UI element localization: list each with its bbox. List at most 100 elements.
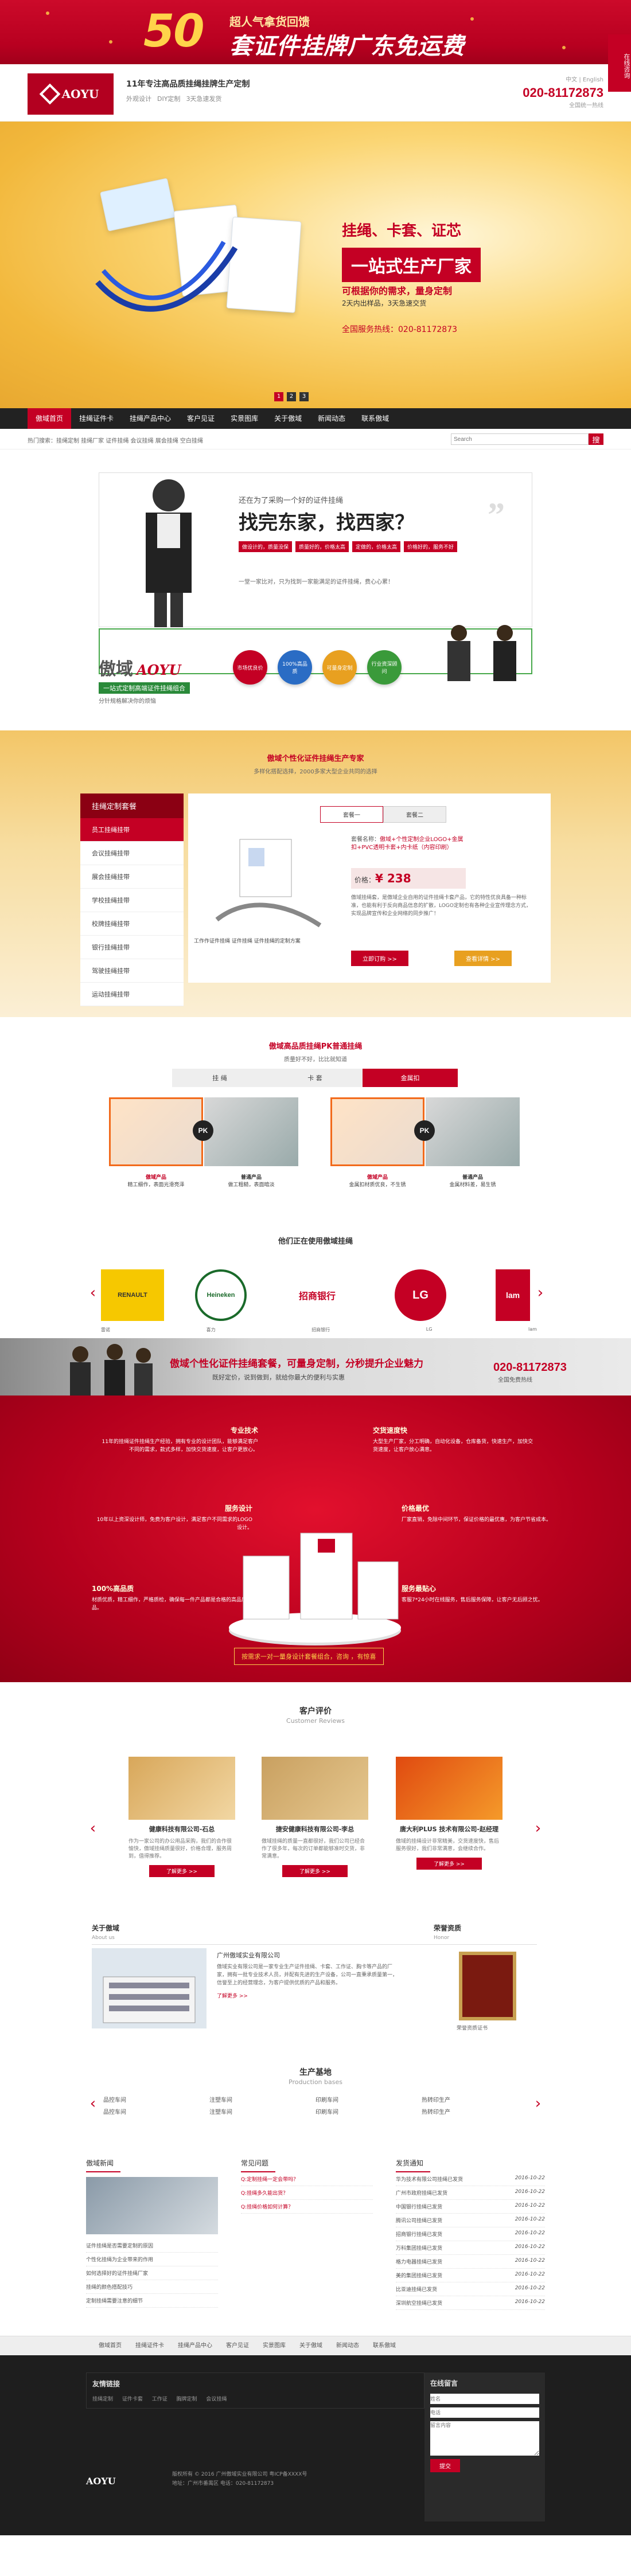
nav-item[interactable]: 傲域首页 (28, 408, 72, 429)
footer-nav-item[interactable]: 联系傲域 (366, 2336, 403, 2356)
header-contact: 中文 | English 020-81172873 全国统一热线 (523, 75, 603, 109)
promo-line2: 套证件挂牌广东免运费 (229, 33, 465, 60)
hero-banner[interactable]: 挂绳、卡套、证芯 一站式生产厂家 可根据你的需求，量身定制 2天内出样品，3天急… (0, 122, 631, 408)
feature-item: 交货速度快 大型生产厂家，分工明确，自动化设备，仓库备货，快速生产，加快交货速度，… (373, 1426, 533, 1453)
customize-section: 傲域个性化证件挂绳生产专家 多样化搭配选择，2000多家大型企业共同的选择 挂绳… (0, 730, 631, 1017)
next-arrow-icon[interactable]: › (531, 2095, 545, 2118)
base-item[interactable]: 热转印生产 (422, 2095, 528, 2104)
pk-tab[interactable]: 金属扣 (363, 1069, 458, 1087)
prev-arrow-icon[interactable]: ‹ (86, 1284, 100, 1307)
review-card: 健康科技有限公司-石总 作为一家公司的办公用品采购，我们的合作很愉快，傲域挂绳质… (128, 1757, 235, 1877)
name-field[interactable] (430, 2394, 539, 2404)
nav-item[interactable]: 挂绳证件卡 (71, 408, 122, 429)
package-menu-item[interactable]: 校牌挂绳挂带 (80, 912, 184, 936)
footer-nav-item[interactable]: 傲域首页 (92, 2336, 128, 2356)
nav-item[interactable]: 新闻动态 (310, 408, 353, 429)
slider-dot[interactable]: 2 (287, 392, 296, 401)
pk-tab[interactable]: 挂 绳 (172, 1069, 267, 1087)
footer-nav-item[interactable]: 关于傲域 (293, 2336, 329, 2356)
shipping-item[interactable]: 腾讯公司挂绳已发货 2016-10-22 (396, 2214, 545, 2227)
shipping-item[interactable]: 美的集团挂绳已发货 2016-10-22 (396, 2269, 545, 2282)
base-item[interactable]: 印刷车间 (316, 2095, 422, 2104)
prev-arrow-icon[interactable]: ‹ (86, 1820, 100, 1843)
view-details-button[interactable]: 查看详情 >> (454, 951, 512, 966)
news-item[interactable]: 个性化挂绳为企业带来的作用 (86, 2253, 218, 2266)
base-item[interactable]: 热转印生产 (422, 2107, 528, 2116)
package-menu-item[interactable]: 银行挂绳挂带 (80, 936, 184, 959)
faq-item[interactable]: Q:挂绳多久能出货？ (241, 2186, 373, 2200)
news-section: 傲域新闻 证件挂绳是否需要定制的原因 个性化挂绳为企业带来的作用 如何选择好的证… (0, 2158, 631, 2336)
next-arrow-icon[interactable]: › (531, 1820, 545, 1843)
order-now-button[interactable]: 立即订购 >> (351, 951, 408, 966)
review-more-button[interactable]: 了解更多 >> (149, 1865, 215, 1877)
prev-arrow-icon[interactable]: ‹ (86, 2095, 100, 2118)
package-menu-item[interactable]: 员工挂绳挂带 (80, 818, 184, 842)
friend-link[interactable]: 证件卡套 (122, 2397, 143, 2402)
shipping-item[interactable]: 万科集团挂绳已发货 2016-10-22 (396, 2241, 545, 2255)
friend-link[interactable]: 挂绳定制 (92, 2397, 113, 2402)
about-more-link[interactable]: 了解更多 >> (217, 1992, 400, 1999)
footer-nav-item[interactable]: 实景图库 (256, 2336, 293, 2356)
slider-dot[interactable]: 1 (274, 392, 283, 401)
slider-dot[interactable]: 3 (299, 392, 309, 401)
about-section: 关于傲域 About us 广州傲域实业有限公司 傲域实业有限公司是一家专业生产证… (0, 1923, 631, 2055)
message-field[interactable] (430, 2421, 539, 2456)
footer-nav-item[interactable]: 客户见证 (219, 2336, 256, 2356)
thinking-man-image (146, 479, 192, 627)
faq-item[interactable]: Q:定制挂绳一定会带吗？ (241, 2172, 373, 2186)
nav-item[interactable]: 实景图库 (223, 408, 266, 429)
phone-field[interactable] (430, 2407, 539, 2418)
section-title: 生产基地 Production bases (289, 2068, 342, 2086)
consult-button[interactable]: 按需求一对一量身设计套餐组合，咨询 ，有惊喜 (234, 1648, 384, 1665)
nav-item[interactable]: 客户见证 (179, 408, 223, 429)
shipping-item[interactable]: 中国银行挂绳已发货 2016-10-22 (396, 2200, 545, 2214)
base-item[interactable]: 印刷车间 (316, 2107, 422, 2116)
package-menu-item[interactable]: 驾驶挂绳挂带 (80, 959, 184, 983)
pk-tab[interactable]: 卡 套 (267, 1069, 363, 1087)
news-item[interactable]: 证件挂绳是否需要定制的原因 (86, 2239, 218, 2253)
section-title: 傲域高品质挂绳PK普通挂绳 (268, 1042, 363, 1051)
promo-banner[interactable]: 50 超人气拿货回馈 套证件挂牌广东免运费 (0, 0, 631, 64)
nav-item[interactable]: 挂绳产品中心 (122, 408, 179, 429)
hero-badge-image (100, 178, 176, 232)
package-menu-item[interactable]: 学校挂绳挂带 (80, 889, 184, 912)
package-menu-item[interactable]: 会议挂绳挂带 (80, 842, 184, 865)
submit-button[interactable]: 提交 (430, 2459, 460, 2472)
shipping-item[interactable]: 广州市政府挂绳已发货 2016-10-22 (396, 2186, 545, 2200)
package-menu-item[interactable]: 运动挂绳挂带 (80, 983, 184, 1006)
search-input[interactable] (451, 433, 589, 445)
news-item[interactable]: 定制挂绳需要注意的细节 (86, 2294, 218, 2308)
review-more-button[interactable]: 了解更多 >> (416, 1858, 482, 1870)
faq-item[interactable]: Q:挂绳价格如何计算？ (241, 2200, 373, 2214)
honor-heading: 荣誉资质 Honor (434, 1923, 537, 1945)
news-item[interactable]: 挂绳的颜色搭配技巧 (86, 2280, 218, 2294)
next-arrow-icon[interactable]: › (533, 1284, 547, 1307)
package-menu-item[interactable]: 展会挂绳挂带 (80, 865, 184, 889)
nav-item[interactable]: 联系傲域 (353, 408, 397, 429)
base-item[interactable]: 品控车间 (103, 2107, 209, 2116)
review-card: 捷安健康科技有限公司-李总 傲域挂绳的质量一直都很好，我们公司已经合作了很多年，… (262, 1757, 368, 1877)
shipping-item[interactable]: 招商银行挂绳已发货 2016-10-22 (396, 2227, 545, 2241)
package-tab[interactable]: 套餐二 (383, 806, 446, 823)
friend-link[interactable]: 胸牌定制 (177, 2397, 197, 2402)
shipping-item[interactable]: 深圳航空挂绳已发货 2016-10-22 (396, 2296, 545, 2310)
shipping-item[interactable]: 格力电器挂绳已发货 2016-10-22 (396, 2255, 545, 2269)
base-item[interactable]: 注塑车间 (209, 2095, 316, 2104)
search-button[interactable]: 搜 (589, 433, 603, 445)
shipping-item[interactable]: 华为技术有限公司挂绳已发货 2016-10-22 (396, 2172, 545, 2186)
news-item[interactable]: 如何选择好的证件挂绳厂家 (86, 2266, 218, 2280)
friend-link[interactable]: 会议挂绳 (206, 2397, 227, 2402)
nav-item[interactable]: 关于傲域 (266, 408, 310, 429)
footer-nav-item[interactable]: 挂绳产品中心 (171, 2336, 219, 2356)
review-more-button[interactable]: 了解更多 >> (282, 1865, 348, 1877)
shipping-item[interactable]: 比亚迪挂绳已发货 2016-10-22 (396, 2282, 545, 2296)
language-switch[interactable]: 中文 | English (523, 75, 603, 83)
base-item[interactable]: 品控车间 (103, 2095, 209, 2104)
package-tab[interactable]: 套餐一 (320, 806, 383, 823)
friend-link[interactable]: 工作证 (152, 2397, 168, 2402)
footer-nav-item[interactable]: 挂绳证件卡 (128, 2336, 171, 2356)
footer-nav-item[interactable]: 新闻动态 (329, 2336, 366, 2356)
base-item[interactable]: 注塑车间 (209, 2107, 316, 2116)
site-logo[interactable]: AOYU (28, 73, 114, 115)
slogan-tag: 外观设计 (126, 95, 151, 103)
